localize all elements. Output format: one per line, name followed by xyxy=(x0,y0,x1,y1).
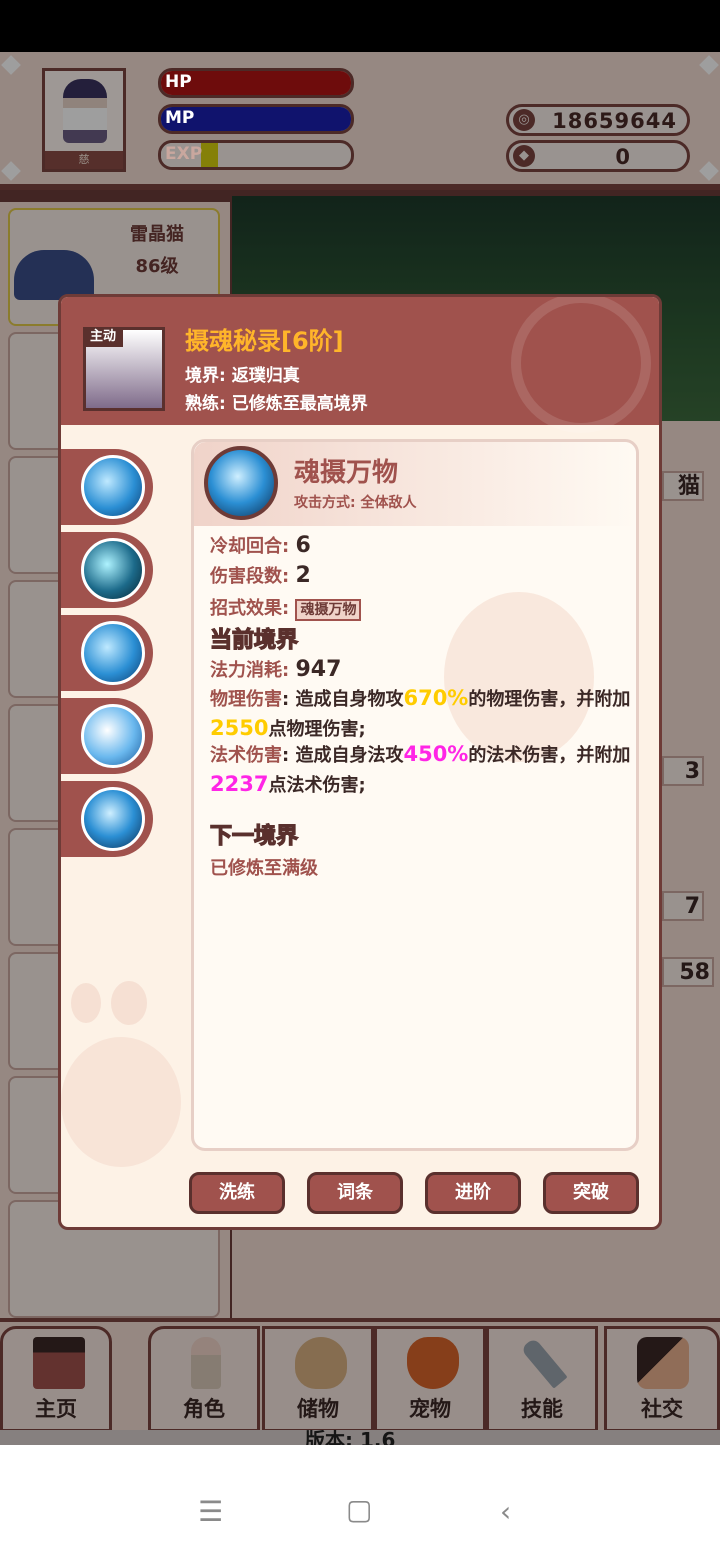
paw-decoration xyxy=(71,983,101,1023)
hits-line: 伤害段数: 2 xyxy=(210,562,311,588)
attack-mode: 攻击方式: 全体敌人 xyxy=(294,495,417,511)
mana-label: 法力消耗: xyxy=(210,660,296,681)
hits-value: 2 xyxy=(295,563,311,588)
wind-icon xyxy=(81,704,145,768)
physical-damage-text: 物理伤害: 造成自身物攻670%的物理伤害，并附加 2550点物理伤害; xyxy=(210,684,640,744)
back-chevron-icon[interactable]: ‹ xyxy=(500,1495,511,1528)
effect-label: 招式效果: xyxy=(210,598,296,619)
home-square-icon[interactable]: ▢ xyxy=(346,1493,372,1526)
paw-decoration xyxy=(61,1037,181,1167)
system-nav-bar: ☰ ▢ ‹ xyxy=(0,1445,720,1560)
mana-line: 法力消耗: 947 xyxy=(210,656,341,682)
mag-label: 法术伤害 xyxy=(210,745,282,766)
skill-mastery: 熟练: 已修炼至最高境界 xyxy=(185,394,368,414)
whirlwind-icon xyxy=(81,538,145,602)
effect-tag[interactable]: 魂摄万物 xyxy=(295,599,362,621)
ice-crystal-icon xyxy=(81,455,145,519)
effect-line: 招式效果: 魂摄万物 xyxy=(210,594,362,621)
cooldown-line: 冷却回合: 6 xyxy=(210,532,311,558)
skill-realm: 境界: 返璞归真 xyxy=(185,366,300,386)
move-header: 魂摄万物 攻击方式: 全体敌人 xyxy=(194,442,636,526)
mp-label: MP xyxy=(165,108,195,128)
status-bar xyxy=(0,0,720,52)
paw-decoration xyxy=(111,981,147,1025)
skill-title: 摄魂秘录[6阶] xyxy=(185,327,344,355)
hp-label: HP xyxy=(165,72,192,92)
soul-demon-icon xyxy=(81,787,145,851)
breakthrough-button[interactable]: 突破 xyxy=(543,1172,639,1214)
storm-icon xyxy=(81,621,145,685)
skill-header: 主动 摄魂秘录[6阶] 境界: 返璞归真 熟练: 已修炼至最高境界 xyxy=(61,297,659,433)
refine-button[interactable]: 洗练 xyxy=(189,1172,285,1214)
skill-slot[interactable] xyxy=(61,449,153,525)
phys-pct: 670% xyxy=(403,686,469,710)
skill-slot-selected[interactable] xyxy=(61,781,153,857)
mana-value: 947 xyxy=(295,657,342,682)
mag-text: 点法术伤害; xyxy=(268,775,366,796)
cooldown-value: 6 xyxy=(295,533,311,558)
phys-label: 物理伤害 xyxy=(210,689,282,710)
mag-text: : 造成自身法攻 xyxy=(282,745,404,766)
exp-label: EXP xyxy=(165,144,203,164)
skill-slot[interactable] xyxy=(61,532,153,608)
affix-button[interactable]: 词条 xyxy=(307,1172,403,1214)
emblem-watermark xyxy=(511,297,651,433)
current-realm-title: 当前境界 xyxy=(209,627,299,653)
magic-damage-text: 法术伤害: 造成自身法攻450%的法术伤害，并附加 2237点法术伤害; xyxy=(210,740,640,800)
skill-detail-modal: 主动 摄魂秘录[6阶] 境界: 返璞归真 熟练: 已修炼至最高境界 魂摄万物 攻… xyxy=(58,294,662,1230)
phys-text: : 造成自身物攻 xyxy=(282,689,404,710)
phys-text: 点物理伤害; xyxy=(268,719,366,740)
skill-slot[interactable] xyxy=(61,698,153,774)
phys-flat: 2550 xyxy=(210,716,269,740)
phys-text: 的物理伤害，并附加 xyxy=(468,689,631,710)
advance-button[interactable]: 进阶 xyxy=(425,1172,521,1214)
move-name: 魂摄万物 xyxy=(294,458,399,488)
cooldown-label: 冷却回合: xyxy=(210,536,296,557)
mag-pct: 450% xyxy=(403,742,469,766)
move-detail-box: 魂摄万物 攻击方式: 全体敌人 冷却回合: 6 伤害段数: 2 招式效果: 魂摄… xyxy=(191,439,639,1151)
mag-flat: 2237 xyxy=(210,772,269,796)
menu-icon[interactable]: ☰ xyxy=(198,1495,223,1528)
next-realm-text: 已修炼至满级 xyxy=(210,858,318,879)
active-badge: 主动 xyxy=(83,327,123,347)
next-realm-title: 下一境界 xyxy=(209,823,299,849)
hits-label: 伤害段数: xyxy=(210,566,296,587)
soul-demon-icon xyxy=(204,446,278,520)
mag-text: 的法术伤害，并附加 xyxy=(468,745,631,766)
skill-slot[interactable] xyxy=(61,615,153,691)
